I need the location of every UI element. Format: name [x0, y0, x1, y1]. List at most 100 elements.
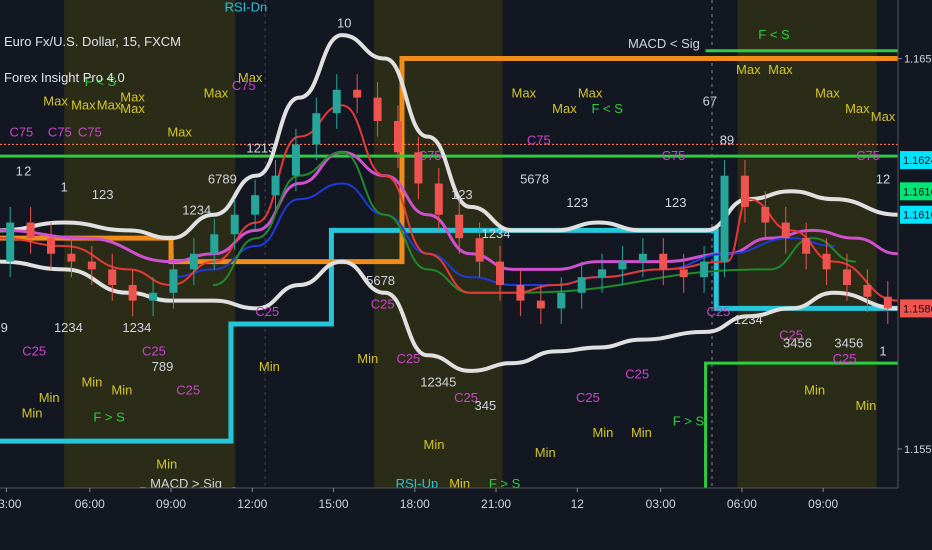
time-tick-label: 03:00 — [0, 497, 22, 511]
annotation-label: C25 — [371, 296, 395, 311]
candle-body — [802, 238, 811, 254]
price-badge-label: 1.1616 — [903, 210, 932, 222]
annotation-label: C75 — [48, 125, 72, 140]
candle-body — [189, 253, 198, 270]
annotation-label: Min — [111, 382, 132, 397]
macd-status-label: MACD < Sig — [628, 36, 700, 51]
time-tick-label: 06:00 — [75, 497, 105, 511]
annotation-label: 67 — [703, 93, 717, 108]
candle-body — [169, 269, 178, 293]
candle-body — [536, 300, 545, 309]
annotation-label: C25 — [142, 343, 166, 358]
annotation-label: C75 — [527, 132, 551, 147]
annotation-label: Max — [71, 97, 96, 112]
annotation-label: 123 — [451, 187, 473, 202]
annotation-label: Max — [97, 97, 122, 112]
candle-body — [251, 195, 260, 215]
annotation-label: Min — [22, 406, 43, 421]
annotation-label: 89 — [720, 132, 734, 147]
annotation-label: Max — [845, 101, 870, 116]
annotation-label: F < S — [758, 27, 790, 42]
candle-body — [149, 292, 158, 301]
candle-body — [516, 284, 525, 301]
time-tick-label: 12 — [571, 497, 585, 511]
candle-body — [638, 253, 647, 262]
annotation-label: C75 — [9, 125, 33, 140]
price-tick-label: 1.1550 — [904, 444, 932, 456]
annotation-label: C25 — [625, 367, 649, 382]
annotation-label: C25 — [396, 351, 420, 366]
candle-body — [761, 206, 770, 223]
time-tick-label: 09:00 — [156, 497, 186, 511]
time-tick-label: 12:00 — [237, 497, 267, 511]
annotation-label: 123 — [566, 195, 588, 210]
candle-body — [659, 253, 668, 270]
annotation-label: 6789 — [208, 171, 237, 186]
annotation-label: 12345 — [420, 374, 456, 389]
annotation-label: C25 — [706, 304, 730, 319]
time-tick-label: 21:00 — [481, 497, 511, 511]
price-badge-label: 1.1586 — [903, 303, 932, 315]
annotation-label: 1234 — [182, 203, 211, 218]
candle-body — [128, 284, 137, 301]
annotation-label: 123 — [92, 187, 114, 202]
price-axis-panel — [898, 0, 932, 550]
annotation-label: C75 — [662, 148, 686, 163]
annotation-label: Min — [81, 374, 102, 389]
time-axis-panel — [0, 488, 932, 550]
candle-body — [47, 238, 56, 254]
annotation-label: Min — [156, 456, 177, 471]
candle-body — [6, 222, 15, 262]
candle-body — [618, 261, 627, 270]
price-tick-label: 1.1650 — [904, 54, 932, 66]
annotation-label: Max — [512, 86, 537, 101]
annotation-label: 1 — [879, 343, 886, 358]
indicator-name: Forex Insight Pro 4.0 — [4, 70, 125, 85]
annotation-label: Max — [736, 62, 761, 77]
candle-body — [863, 284, 872, 297]
annotation-label: Min — [592, 425, 613, 440]
price-badge-label: 1.1624 — [903, 155, 932, 167]
annotation-label: C25 — [576, 390, 600, 405]
time-tick-label: 09:00 — [808, 497, 838, 511]
price-chart[interactable]: RSI-DnF < SF < SF < SF > SF > SF > SRSI-… — [0, 0, 932, 550]
time-tick-label: 15:00 — [319, 497, 349, 511]
annotation-label: 3456 — [834, 335, 863, 350]
annotation-label: C25 — [176, 382, 200, 397]
annotation-label: C75 — [78, 125, 102, 140]
annotation-label: C25 — [22, 343, 46, 358]
annotation-label: RSI-Dn — [225, 0, 268, 15]
annotation-label: F > S — [673, 414, 705, 429]
candle-body — [700, 261, 709, 278]
annotation-label: 9 — [1, 320, 8, 335]
annotation-label: Min — [631, 425, 652, 440]
annotation-label: Min — [357, 351, 378, 366]
candle-body — [720, 175, 729, 262]
candle-body — [679, 269, 688, 278]
annotation-label: C25 — [255, 304, 279, 319]
annotation-label: 5678 — [520, 171, 549, 186]
annotation-label: Max — [871, 109, 896, 124]
annotation-label: Max — [43, 93, 68, 108]
candle-body — [883, 296, 892, 309]
annotation-label: 1234 — [482, 226, 511, 241]
annotation-label: 1234 — [122, 320, 151, 335]
candle-body — [577, 277, 586, 293]
annotation-label: 1213 — [246, 140, 275, 155]
candle-body — [373, 97, 382, 122]
price-badge-label: 1.1616 — [903, 186, 932, 198]
annotation-label: C25 — [833, 351, 857, 366]
candle-body — [434, 183, 443, 215]
candle-body — [496, 261, 505, 285]
candle-body — [557, 292, 566, 309]
candle-body — [822, 253, 831, 270]
annotation-label: Max — [815, 86, 840, 101]
annotation-label: Max — [768, 62, 793, 77]
annotation-label: 5678 — [366, 273, 395, 288]
candle-body — [67, 253, 76, 262]
annotation-label: 789 — [152, 359, 174, 374]
candle-body — [210, 234, 219, 254]
candle-body — [87, 261, 96, 270]
annotation-label: 1234 — [54, 320, 83, 335]
annotation-label: 1 — [16, 164, 23, 179]
